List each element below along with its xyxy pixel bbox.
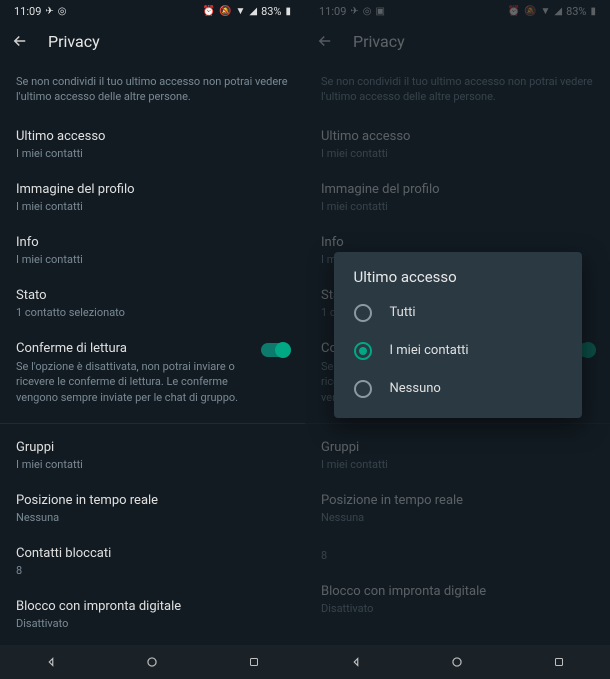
setting-last-seen[interactable]: Ultimo accesso I miei contatti: [0, 119, 305, 172]
android-nav-bar: [0, 645, 305, 679]
phone-screen-right: 11:09 ✈ ◎ ▣ ⏰ 🔕 ▼ ◢ 83% ▮ Privacy Se non…: [305, 0, 610, 679]
telegram-icon: ✈: [45, 6, 53, 17]
setting-groups[interactable]: Gruppi I miei contatti: [0, 430, 305, 483]
setting-title: Ultimo accesso: [16, 129, 289, 144]
setting-info[interactable]: Info I miei contatti: [0, 225, 305, 278]
setting-title: Posizione in tempo reale: [16, 493, 289, 508]
page-title: Privacy: [48, 32, 100, 51]
radio-icon: [354, 342, 372, 360]
toggle-switch[interactable]: [261, 343, 289, 357]
settings-list: Se non condividi il tuo ultimo accesso n…: [0, 60, 305, 645]
last-seen-dialog: Ultimo accesso Tutti I miei contatti Nes…: [334, 252, 582, 418]
status-bar: 11:09 ✈ ◎ ⏰ 🔕 ▼ ◢ 83% ▮: [0, 0, 305, 22]
divider: [0, 423, 305, 424]
nav-recents-icon[interactable]: [245, 653, 263, 671]
setting-title: Stato: [16, 288, 289, 303]
dnd-icon: 🔕: [219, 6, 231, 17]
radio-option-nobody[interactable]: Nessuno: [334, 370, 582, 408]
privacy-description: Se non condividi il tuo ultimo accesso n…: [0, 66, 305, 119]
setting-description: Se l'opzione è disattivata, non potrai i…: [16, 359, 249, 405]
setting-title: Contatti bloccati: [16, 546, 289, 561]
setting-title: Gruppi: [16, 440, 289, 455]
radio-option-everyone[interactable]: Tutti: [334, 294, 582, 332]
setting-value: I miei contatti: [16, 253, 289, 266]
radio-label: I miei contatti: [390, 343, 469, 358]
phone-screen-left: 11:09 ✈ ◎ ⏰ 🔕 ▼ ◢ 83% ▮ Privacy Se non c…: [0, 0, 305, 679]
setting-value: 8: [16, 564, 289, 577]
radio-label: Tutti: [390, 305, 416, 320]
setting-fingerprint[interactable]: Blocco con impronta digitale Disattivato: [0, 589, 305, 642]
radio-label: Nessuno: [390, 381, 441, 396]
dialog-title: Ultimo accesso: [334, 268, 582, 294]
setting-title: Immagine del profilo: [16, 182, 289, 197]
setting-status[interactable]: Stato 1 contatto selezionato: [0, 278, 305, 331]
setting-title: Blocco con impronta digitale: [16, 599, 289, 614]
battery-text: 83%: [261, 5, 281, 18]
alarm-icon: ⏰: [203, 6, 215, 17]
radio-icon: [354, 380, 372, 398]
battery-icon: ▮: [285, 6, 291, 17]
signal-icon: ◢: [249, 6, 257, 17]
setting-value: I miei contatti: [16, 200, 289, 213]
setting-title: Conferme di lettura: [16, 341, 249, 356]
setting-live-location[interactable]: Posizione in tempo reale Nessuna: [0, 483, 305, 536]
dialog-overlay[interactable]: Ultimo accesso Tutti I miei contatti Nes…: [305, 0, 610, 679]
setting-value: Disattivato: [16, 617, 289, 630]
setting-profile-photo[interactable]: Immagine del profilo I miei contatti: [0, 172, 305, 225]
setting-value: Nessuna: [16, 511, 289, 524]
back-icon[interactable]: [10, 31, 30, 51]
nav-back-icon[interactable]: [42, 653, 60, 671]
setting-title: Info: [16, 235, 289, 250]
setting-value: 1 contatto selezionato: [16, 306, 289, 319]
setting-read-receipts[interactable]: Conferme di lettura Se l'opzione è disat…: [0, 331, 305, 417]
radio-icon: [354, 304, 372, 322]
setting-blocked[interactable]: Contatti bloccati 8: [0, 536, 305, 589]
setting-value: I miei contatti: [16, 458, 289, 471]
radio-option-contacts[interactable]: I miei contatti: [334, 332, 582, 370]
status-time: 11:09: [14, 5, 41, 18]
instagram-icon: ◎: [58, 6, 67, 17]
app-header: Privacy: [0, 22, 305, 60]
nav-home-icon[interactable]: [143, 653, 161, 671]
setting-value: I miei contatti: [16, 147, 289, 160]
wifi-icon: ▼: [235, 6, 245, 17]
